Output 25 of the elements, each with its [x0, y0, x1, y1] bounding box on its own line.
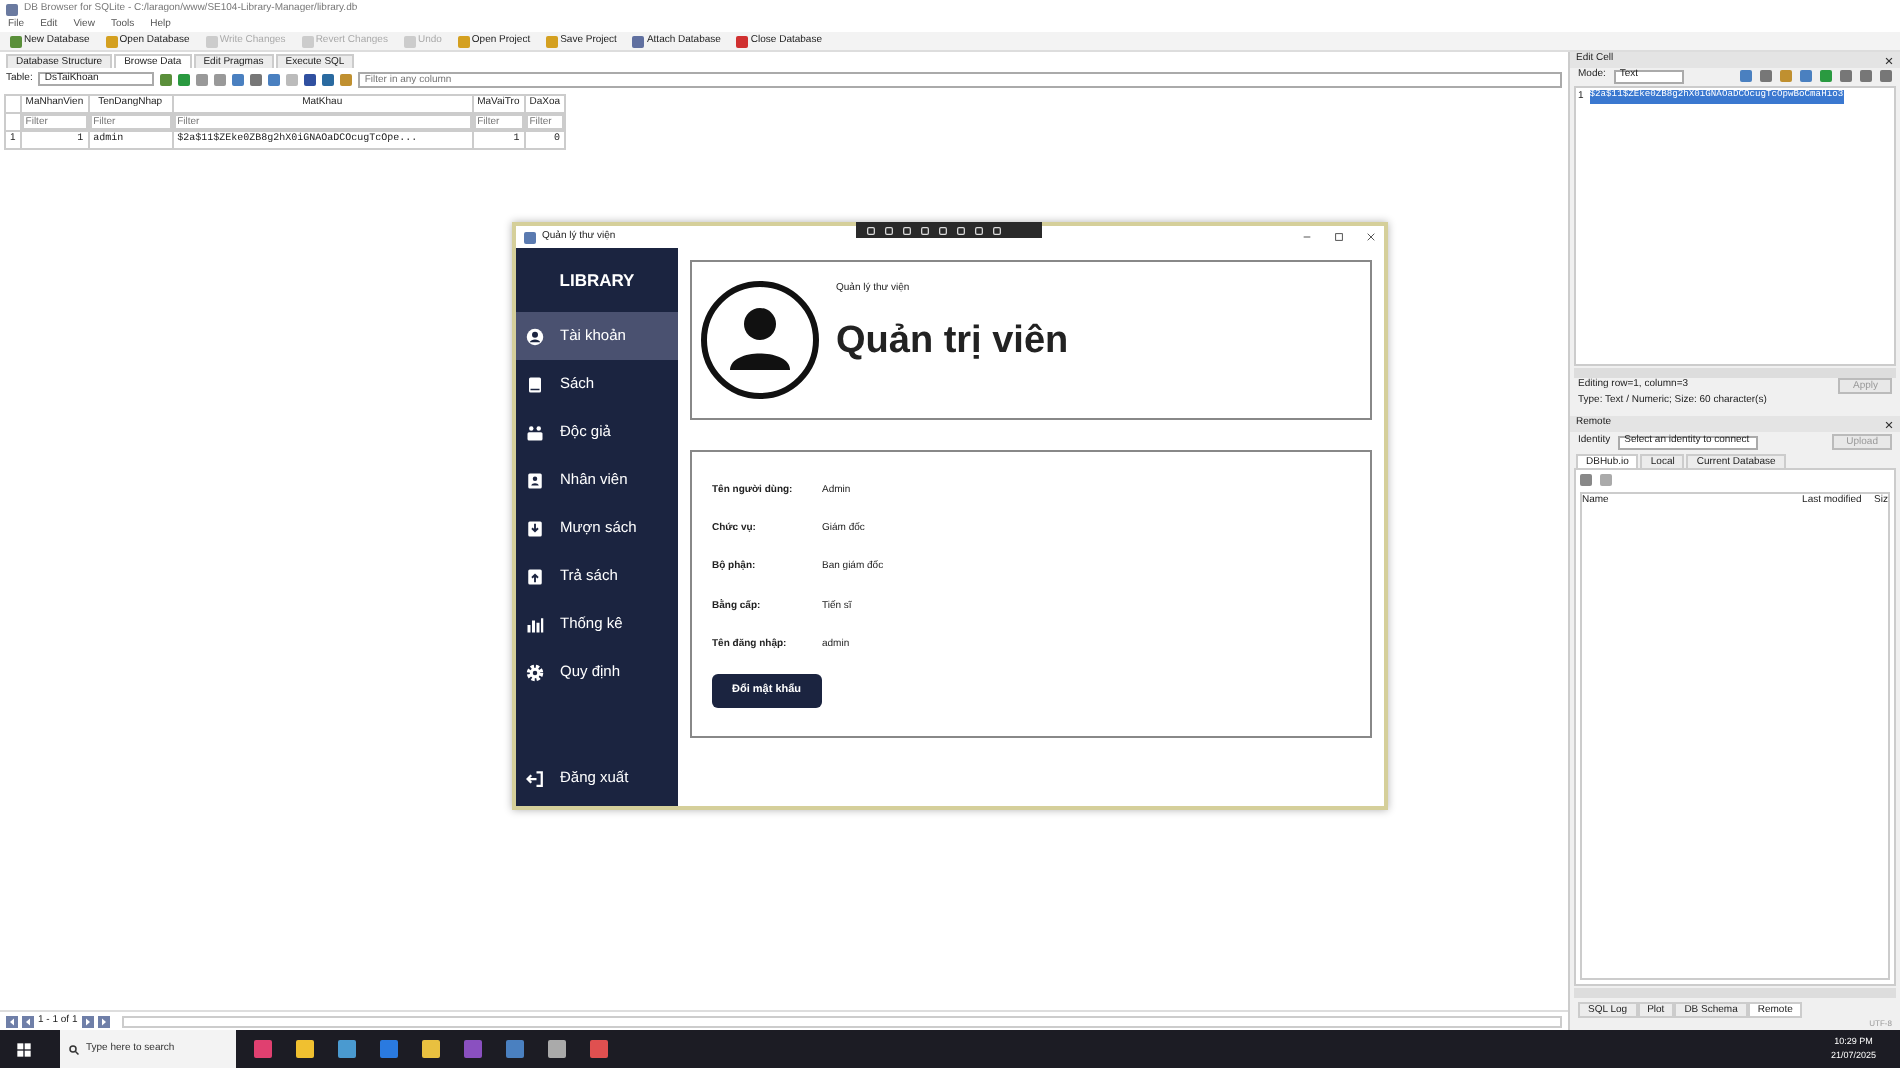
previous-page-icon[interactable]	[22, 1015, 34, 1027]
next-page-icon[interactable]	[81, 1015, 94, 1027]
start-icon[interactable]	[16, 1041, 32, 1057]
brand-title: LIBRARY	[557, 267, 637, 294]
download-icon	[526, 519, 544, 537]
last-page-icon[interactable]	[97, 1015, 110, 1027]
close-icon[interactable]	[1884, 419, 1894, 429]
close-icon[interactable]	[1884, 55, 1894, 65]
people-icon	[526, 423, 544, 441]
app-icon	[524, 231, 536, 243]
maximize-icon[interactable]	[1334, 232, 1344, 242]
bar-chart-icon	[526, 615, 544, 633]
avatar-icon	[700, 280, 820, 400]
minimize-icon[interactable]	[1302, 232, 1312, 242]
first-page-icon[interactable]	[6, 1015, 18, 1027]
gear-icon	[526, 663, 544, 681]
user-circle-icon	[526, 327, 544, 345]
app-icon	[6, 3, 18, 15]
profile-name: Quản trị viên	[836, 317, 1069, 365]
search-icon	[68, 1043, 80, 1055]
logout-icon	[526, 769, 544, 787]
close-icon[interactable]	[1366, 232, 1376, 242]
id-card-icon	[526, 471, 544, 489]
book-icon	[526, 375, 544, 393]
upload-icon	[526, 567, 544, 585]
